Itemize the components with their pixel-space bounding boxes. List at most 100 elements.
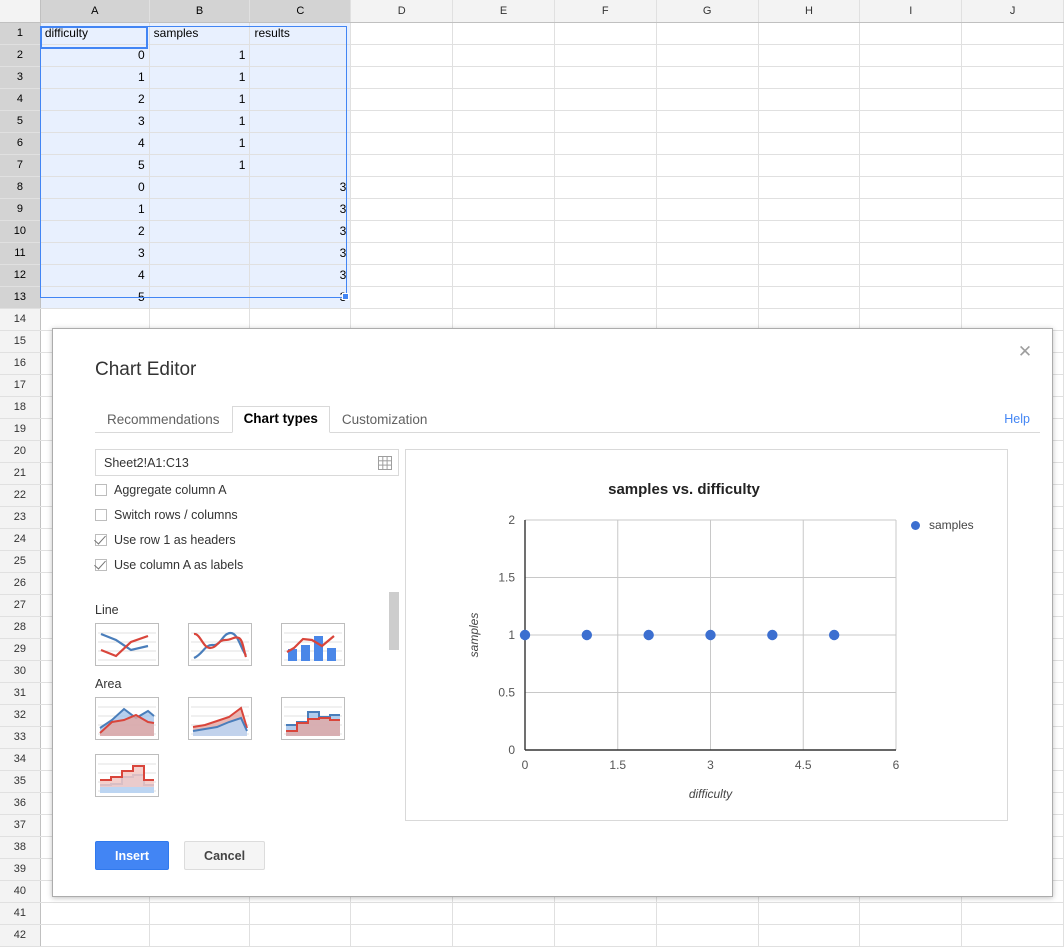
- column-header-c[interactable]: C: [250, 0, 351, 22]
- checkbox-switch-rows-columns[interactable]: [95, 509, 107, 521]
- cell-E12[interactable]: [453, 264, 555, 286]
- column-header-g[interactable]: G: [656, 0, 758, 22]
- close-icon[interactable]: ✕: [1014, 341, 1036, 363]
- checkbox-use-row-1-as-headers[interactable]: [95, 534, 107, 546]
- cell-A5[interactable]: 3: [40, 110, 149, 132]
- row-header-20[interactable]: 20: [0, 440, 40, 462]
- row-header-40[interactable]: 40: [0, 880, 40, 902]
- tab-customization[interactable]: Customization: [330, 407, 440, 433]
- cell-E7[interactable]: [453, 154, 555, 176]
- cell-A9[interactable]: 1: [40, 198, 149, 220]
- cell-F42[interactable]: [554, 924, 656, 946]
- cell-F12[interactable]: [554, 264, 656, 286]
- cell-A7[interactable]: 5: [40, 154, 149, 176]
- cell-I13[interactable]: [860, 286, 962, 308]
- cell-J41[interactable]: [962, 902, 1064, 924]
- cell-B12[interactable]: [149, 264, 250, 286]
- cell-I6[interactable]: [860, 132, 962, 154]
- cell-F1[interactable]: [554, 22, 656, 44]
- cell-H1[interactable]: [758, 22, 860, 44]
- cell-G1[interactable]: [656, 22, 758, 44]
- cell-J3[interactable]: [962, 66, 1064, 88]
- cell-H7[interactable]: [758, 154, 860, 176]
- cell-C12[interactable]: 3: [250, 264, 351, 286]
- cell-I7[interactable]: [860, 154, 962, 176]
- tab-recommendations[interactable]: Recommendations: [95, 407, 232, 433]
- row-header-12[interactable]: 12: [0, 264, 40, 286]
- cell-D7[interactable]: [351, 154, 453, 176]
- row-header-22[interactable]: 22: [0, 484, 40, 506]
- cell-B5[interactable]: 1: [149, 110, 250, 132]
- cell-J12[interactable]: [962, 264, 1064, 286]
- checkbox-use-column-a-as-labels[interactable]: [95, 559, 107, 571]
- insert-button[interactable]: Insert: [95, 841, 169, 870]
- cell-H4[interactable]: [758, 88, 860, 110]
- cell-H2[interactable]: [758, 44, 860, 66]
- cell-A14[interactable]: [40, 308, 149, 330]
- row-header-1[interactable]: 1: [0, 22, 40, 44]
- cell-D1[interactable]: [351, 22, 453, 44]
- cell-G9[interactable]: [656, 198, 758, 220]
- row-header-25[interactable]: 25: [0, 550, 40, 572]
- column-header-a[interactable]: A: [40, 0, 149, 22]
- column-header-j[interactable]: J: [962, 0, 1064, 22]
- row-header-36[interactable]: 36: [0, 792, 40, 814]
- cell-D4[interactable]: [351, 88, 453, 110]
- cell-C42[interactable]: [250, 924, 351, 946]
- row-header-18[interactable]: 18: [0, 396, 40, 418]
- option-use-column-a-as-labels[interactable]: Use column A as labels: [95, 554, 399, 576]
- cell-E42[interactable]: [453, 924, 555, 946]
- row-header-38[interactable]: 38: [0, 836, 40, 858]
- row-header-6[interactable]: 6: [0, 132, 40, 154]
- cell-I2[interactable]: [860, 44, 962, 66]
- row-header-7[interactable]: 7: [0, 154, 40, 176]
- cell-F4[interactable]: [554, 88, 656, 110]
- row-header-16[interactable]: 16: [0, 352, 40, 374]
- cell-J10[interactable]: [962, 220, 1064, 242]
- row-header-39[interactable]: 39: [0, 858, 40, 880]
- help-link[interactable]: Help: [1004, 412, 1030, 426]
- cell-E4[interactable]: [453, 88, 555, 110]
- cell-J4[interactable]: [962, 88, 1064, 110]
- cell-E41[interactable]: [453, 902, 555, 924]
- cell-I5[interactable]: [860, 110, 962, 132]
- cell-E11[interactable]: [453, 242, 555, 264]
- cell-A1[interactable]: difficulty: [40, 22, 149, 44]
- cell-D42[interactable]: [351, 924, 453, 946]
- cell-B14[interactable]: [149, 308, 250, 330]
- cell-A42[interactable]: [40, 924, 149, 946]
- cell-G2[interactable]: [656, 44, 758, 66]
- row-header-34[interactable]: 34: [0, 748, 40, 770]
- cell-H6[interactable]: [758, 132, 860, 154]
- cell-C4[interactable]: [250, 88, 351, 110]
- cell-B41[interactable]: [149, 902, 250, 924]
- option-switch-rows-columns[interactable]: Switch rows / columns: [95, 504, 399, 526]
- row-header-31[interactable]: 31: [0, 682, 40, 704]
- row-header-5[interactable]: 5: [0, 110, 40, 132]
- cell-F2[interactable]: [554, 44, 656, 66]
- cell-J42[interactable]: [962, 924, 1064, 946]
- cell-E5[interactable]: [453, 110, 555, 132]
- cell-H12[interactable]: [758, 264, 860, 286]
- row-header-14[interactable]: 14: [0, 308, 40, 330]
- cell-D13[interactable]: [351, 286, 453, 308]
- cell-E8[interactable]: [453, 176, 555, 198]
- row-header-11[interactable]: 11: [0, 242, 40, 264]
- cell-J6[interactable]: [962, 132, 1064, 154]
- option-use-row-1-as-headers[interactable]: Use row 1 as headers: [95, 529, 399, 551]
- cell-B9[interactable]: [149, 198, 250, 220]
- row-header-8[interactable]: 8: [0, 176, 40, 198]
- cell-I10[interactable]: [860, 220, 962, 242]
- cell-H42[interactable]: [758, 924, 860, 946]
- row-header-17[interactable]: 17: [0, 374, 40, 396]
- cell-A13[interactable]: 5: [40, 286, 149, 308]
- cell-D12[interactable]: [351, 264, 453, 286]
- cell-C9[interactable]: 3: [250, 198, 351, 220]
- cell-J13[interactable]: [962, 286, 1064, 308]
- row-header-42[interactable]: 42: [0, 924, 40, 946]
- cell-A4[interactable]: 2: [40, 88, 149, 110]
- row-header-32[interactable]: 32: [0, 704, 40, 726]
- cell-H14[interactable]: [758, 308, 860, 330]
- cell-C1[interactable]: results: [250, 22, 351, 44]
- cell-F10[interactable]: [554, 220, 656, 242]
